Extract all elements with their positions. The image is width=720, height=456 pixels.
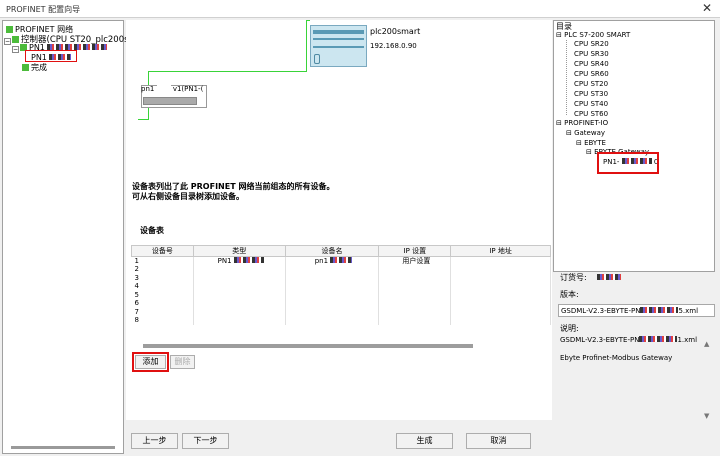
catalog-item-cpu[interactable]: CPU ST30 (574, 90, 608, 98)
green-node-icon (6, 26, 13, 33)
cancel-button[interactable]: 取消 (466, 433, 531, 449)
table-header-row: 设备号 类型 设备名 IP 设置 IP 地址 (131, 245, 551, 257)
collapse-icon[interactable]: − (12, 46, 19, 53)
highlight-selected-device (597, 152, 659, 174)
delete-button[interactable]: 删除 (170, 355, 195, 369)
description-file: GSDML-V2.3-EBYTE-PN 1.xml (560, 336, 698, 344)
catalog-plc-group[interactable]: ⊟ PLC S7-200 SMART (556, 31, 630, 39)
io-device-bar (143, 97, 197, 105)
scroll-down-icon[interactable]: ▼ (704, 412, 709, 420)
column-header[interactable]: 设备名 (284, 245, 380, 257)
catalog-item-cpu[interactable]: CPU SR60 (574, 70, 609, 78)
selection-outline (25, 50, 77, 62)
green-node-icon (12, 36, 19, 43)
collapse-icon[interactable]: − (4, 38, 11, 45)
network-line (306, 20, 307, 71)
table-row[interactable]: 2 (131, 265, 551, 274)
catalog-profinet-io[interactable]: ⊟ PROFINET-IO (556, 119, 608, 127)
description-text: Ebyte Profinet-Modbus Gateway (560, 354, 673, 362)
table-row[interactable]: 8 (131, 316, 551, 325)
plc-ip: 192.168.0.90 (370, 42, 417, 50)
device-table-title: 设备表 (140, 226, 164, 235)
column-header[interactable]: 设备号 (131, 245, 194, 257)
catalog-item-cpu[interactable]: CPU SR20 (574, 40, 609, 48)
table-row[interactable]: 3 (131, 273, 551, 282)
column-header[interactable]: IP 设置 (378, 245, 452, 257)
close-icon[interactable]: ✕ (702, 1, 712, 15)
order-number-label: 订货号: (560, 273, 587, 282)
highlight-add-button (132, 352, 169, 372)
version-field[interactable]: GSDML-V2.3-EBYTE-PN 5.xml (558, 304, 715, 317)
version-label: 版本: (560, 290, 579, 299)
tree-item-finish[interactable]: 完成 (22, 62, 47, 73)
table-horizontal-scrollbar[interactable] (143, 344, 473, 348)
catalog-ebyte[interactable]: ⊟ EBYTE (576, 139, 606, 147)
column-header[interactable]: IP 地址 (450, 245, 551, 257)
network-line (307, 20, 310, 21)
window-title: PROFINET 配置向导 (6, 5, 81, 14)
tree-item-device-child[interactable]: PN1 (25, 50, 77, 62)
io-device-label: pn1 v1(PN1-( (141, 85, 204, 93)
table-row[interactable]: 7 (131, 307, 551, 316)
network-line (138, 119, 149, 120)
catalog-item-cpu[interactable]: CPU ST20 (574, 80, 608, 88)
table-row[interactable]: 6 (131, 299, 551, 308)
tree-label: 完成 (31, 63, 47, 72)
plc-name: plc200smart (370, 27, 421, 36)
horizontal-scrollbar[interactable] (11, 446, 115, 449)
scroll-up-icon[interactable]: ▲ (704, 340, 709, 348)
redacted-text (597, 274, 621, 280)
title-bar: PROFINET 配置向导 ✕ (0, 0, 720, 18)
plc-device-icon[interactable] (310, 25, 367, 67)
catalog-item-cpu[interactable]: CPU ST40 (574, 100, 608, 108)
description-label: 说明: (560, 324, 579, 333)
next-button[interactable]: 下一步 (182, 433, 229, 449)
info-text: 设备表列出了此 PROFINET 网络当前组态的所有设备。 可从右侧设备目录树添… (132, 182, 335, 201)
device-table: 设备号 类型 设备名 IP 设置 IP 地址 1 PN1 pn1 用户设置 2 … (131, 245, 551, 325)
wizard-nav-tree: PROFINET 网络 − 控制器(CPU ST20_plc200smart) −… (2, 20, 152, 454)
catalog-gateway[interactable]: ⊟ Gateway (566, 129, 605, 137)
network-line (148, 71, 307, 72)
table-row[interactable]: 4 (131, 282, 551, 291)
column-header[interactable]: 类型 (192, 245, 286, 257)
prev-button[interactable]: 上一步 (131, 433, 178, 449)
catalog-item-cpu[interactable]: CPU SR40 (574, 60, 609, 68)
catalog-item-cpu[interactable]: CPU ST60 (574, 110, 608, 118)
generate-button[interactable]: 生成 (396, 433, 453, 449)
catalog-item-cpu[interactable]: CPU SR30 (574, 50, 609, 58)
table-row[interactable]: 5 (131, 290, 551, 299)
table-row[interactable]: 1 PN1 pn1 用户设置 (131, 256, 551, 265)
green-node-icon (22, 64, 29, 71)
